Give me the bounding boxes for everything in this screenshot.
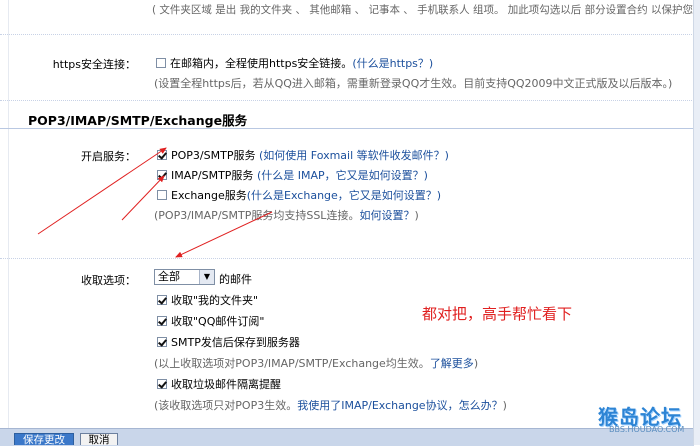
arrow-to-pop3 xyxy=(37,147,167,235)
annotation-arrows xyxy=(37,147,273,258)
arrow-to-receive xyxy=(175,211,273,258)
arrow-to-imap xyxy=(121,175,165,221)
